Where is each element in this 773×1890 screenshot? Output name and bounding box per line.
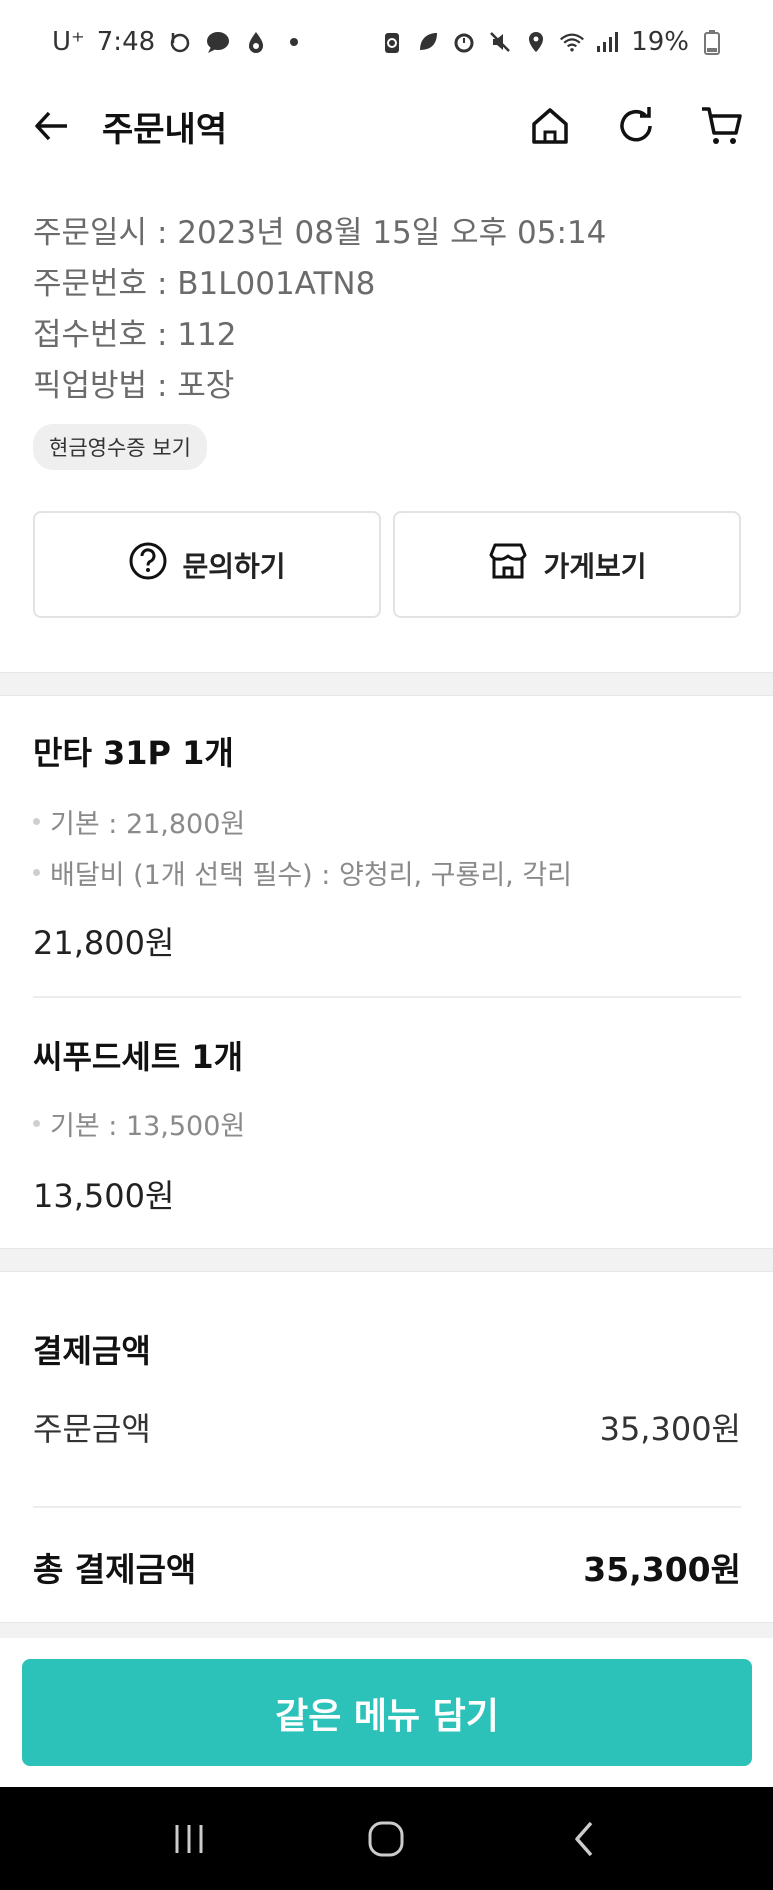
home-button-icon[interactable] [356, 1809, 416, 1869]
order-amount-value: 35,300원 [599, 1410, 741, 1448]
cash-receipt-chip[interactable]: 현금영수증 보기 [33, 424, 207, 470]
home-icon[interactable] [527, 103, 573, 149]
system-navigation-bar [0, 1787, 773, 1890]
item-option-text: 기본 : 13,500원 [50, 1111, 246, 1142]
item-price: 13,500원 [33, 1177, 175, 1215]
signal-icon [595, 29, 621, 55]
leaf-icon [415, 29, 441, 55]
location-icon [523, 29, 549, 55]
total-amount-value: 35,300원 [583, 1550, 741, 1589]
action-buttons: 문의하기 가게보기 [33, 511, 741, 618]
carrier-label: U⁺ [52, 27, 85, 57]
item-price: 21,800원 [33, 924, 175, 962]
receipt-number-value: 112 [177, 317, 237, 353]
bullet-dot [33, 818, 40, 825]
section-divider [0, 1248, 773, 1272]
page-title: 주문내역 [102, 109, 228, 150]
item-option-text: 기본 : 21,800원 [50, 809, 246, 840]
order-number-value: B1L001ATN8 [177, 266, 376, 302]
chat-bubble-icon [205, 29, 231, 55]
add-same-menu-button[interactable]: 같은 메뉴 담기 [22, 1659, 752, 1766]
dot-icon [281, 29, 307, 55]
item-option: 배달비 (1개 선택 필수) : 양청리, 구룡리, 각리 [33, 847, 741, 898]
notification-b-icon [167, 29, 193, 55]
pickup-method-label: 픽업방법 [33, 368, 148, 404]
back-nav-icon[interactable] [554, 1809, 614, 1869]
order-item: 만타 31P 1개 [33, 728, 741, 774]
item-title: 씨푸드세트 1개 [33, 1038, 244, 1076]
payment-title: 결제금액 [33, 1332, 151, 1370]
item-options: 기본 : 21,800원 배달비 (1개 선택 필수) : 양청리, 구룡리, … [33, 796, 741, 898]
item-option-text: 배달비 (1개 선택 필수) : 양청리, 구룡리, 각리 [50, 860, 573, 891]
battery-percent: 19% [631, 27, 689, 57]
back-arrow-icon[interactable] [28, 103, 74, 149]
total-amount-label: 총 결제금액 [33, 1550, 197, 1589]
store-view-button[interactable]: 가게보기 [393, 511, 741, 618]
order-date-row: 주문일시 : 2023년 08월 15일 오후 05:14 [33, 215, 607, 251]
item-title: 만타 31P 1개 [33, 734, 234, 772]
receipt-number-label: 접수번호 [33, 317, 148, 353]
item-option: 기본 : 13,500원 [33, 1098, 741, 1149]
total-amount-row: 총 결제금액 35,300원 [33, 1543, 741, 1591]
recycle-icon [379, 29, 405, 55]
order-date-label: 주문일시 [33, 215, 148, 251]
battery-icon [699, 29, 725, 55]
status-time: 7:48 [96, 27, 156, 57]
item-option: 기본 : 21,800원 [33, 796, 741, 847]
store-view-label: 가게보기 [543, 549, 647, 583]
order-amount-label: 주문금액 [33, 1410, 151, 1448]
question-circle-icon [128, 541, 168, 588]
store-icon [487, 541, 529, 588]
section-divider [0, 672, 773, 696]
order-amount-row: 주문금액 35,300원 [33, 1404, 741, 1450]
order-number-row: 주문번호 : B1L001ATN8 [33, 266, 376, 302]
alarm-icon [451, 29, 477, 55]
bullet-dot [33, 1120, 40, 1127]
mute-icon [487, 29, 513, 55]
app-header: 주문내역 [0, 84, 773, 168]
pickup-method-row: 픽업방법 : 포장 [33, 368, 235, 404]
pickup-method-value: 포장 [177, 368, 235, 404]
drop-icon [243, 29, 269, 55]
order-info: 주문일시 : 2023년 08월 15일 오후 05:14 주문번호 : B1L… [33, 208, 743, 470]
status-bar: U⁺ 7:48 19% [0, 0, 773, 84]
bullet-dot [33, 869, 40, 876]
order-item: 씨푸드세트 1개 [33, 1032, 741, 1078]
inquiry-button[interactable]: 문의하기 [33, 511, 381, 618]
receipt-number-row: 접수번호 : 112 [33, 317, 237, 353]
cart-icon[interactable] [699, 103, 745, 149]
payment-separator [33, 1506, 741, 1508]
inquiry-label: 문의하기 [182, 549, 286, 583]
recent-apps-icon[interactable] [159, 1809, 219, 1869]
item-options: 기본 : 13,500원 [33, 1098, 741, 1149]
refresh-icon[interactable] [613, 103, 659, 149]
wifi-icon [559, 29, 585, 55]
section-divider [0, 1622, 773, 1638]
order-number-label: 주문번호 [33, 266, 148, 302]
order-date-value: 2023년 08월 15일 오후 05:14 [177, 215, 607, 251]
item-separator [33, 996, 741, 998]
